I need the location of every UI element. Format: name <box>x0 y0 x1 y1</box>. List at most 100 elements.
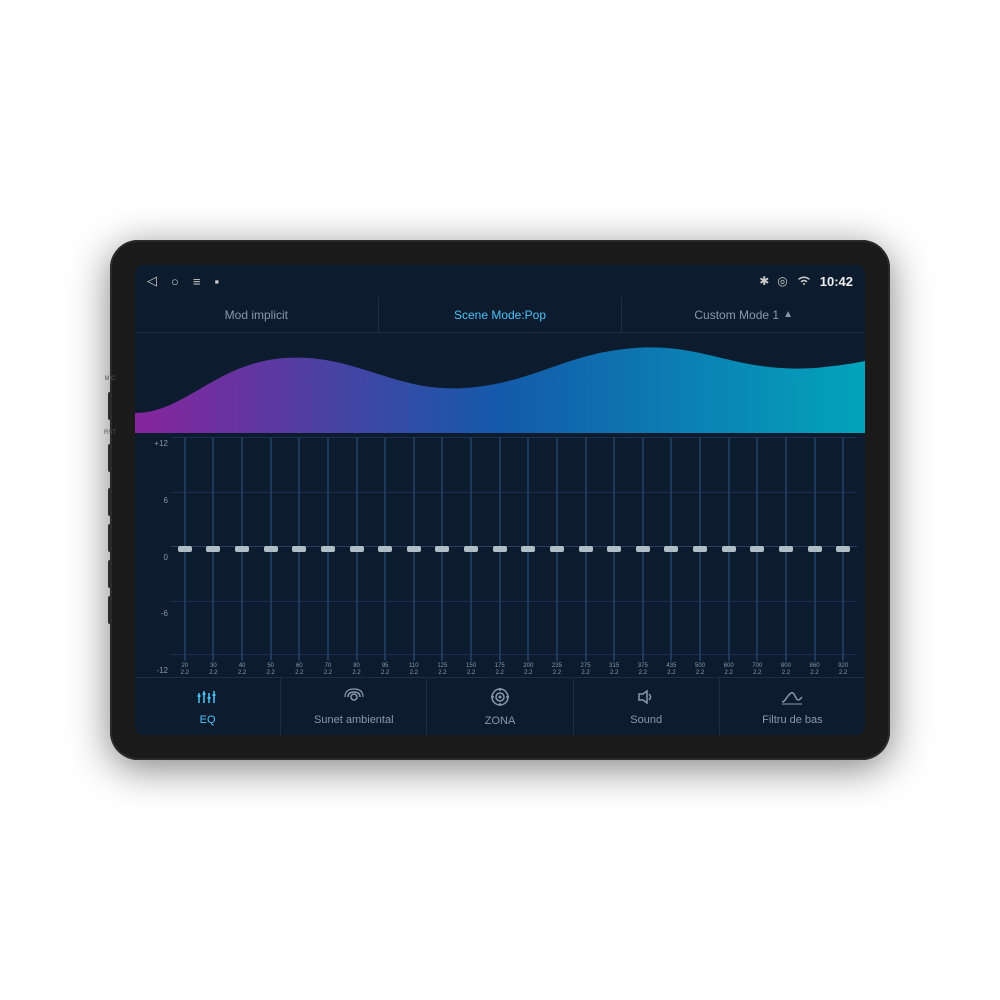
slider-thumb-235[interactable] <box>550 546 564 552</box>
slider-col-40[interactable]: 402.2 <box>228 437 256 677</box>
slider-thumb-125[interactable] <box>435 546 449 552</box>
slider-thumb-40[interactable] <box>235 546 249 552</box>
scale-label-12: +12 <box>143 439 171 448</box>
eq-icon <box>197 688 219 711</box>
slider-thumb-800[interactable] <box>779 546 793 552</box>
scale-label-0: 0 <box>143 553 171 562</box>
wifi-icon <box>796 274 812 289</box>
slider-thumb-700[interactable] <box>750 546 764 552</box>
eq-sliders-area: +12 6 0 -6 -12 202.2302.24 <box>135 433 865 677</box>
side-button-3[interactable] <box>108 488 112 516</box>
status-left: ◁ ○ ≡ ▪ <box>147 273 219 289</box>
slider-thumb-150[interactable] <box>464 546 478 552</box>
side-buttons: MIC RST <box>104 376 116 624</box>
side-button-4[interactable] <box>108 524 112 552</box>
slider-col-150[interactable]: 1502.2 <box>457 437 485 677</box>
nav-eq[interactable]: EQ <box>135 678 281 735</box>
slider-col-125[interactable]: 1252.2 <box>429 437 457 677</box>
menu-icon[interactable]: ≡ <box>193 274 201 289</box>
slider-col-315[interactable]: 3152.2 <box>600 437 628 677</box>
nav-filtru-de-bas[interactable]: Filtru de bas <box>720 678 865 735</box>
slider-col-800[interactable]: 8002.2 <box>772 437 800 677</box>
slider-col-60[interactable]: 602.2 <box>286 437 314 677</box>
slider-col-375[interactable]: 3752.2 <box>629 437 657 677</box>
bluetooth-icon: ✱ <box>759 274 769 288</box>
slider-col-920[interactable]: 9202.2 <box>829 437 857 677</box>
tab-mod-implicit[interactable]: Mod implicit <box>135 297 379 332</box>
nav-zona[interactable]: ZONA <box>427 678 573 735</box>
side-button[interactable] <box>108 392 112 420</box>
slider-thumb-275[interactable] <box>579 546 593 552</box>
nav-zona-label: ZONA <box>485 715 516 727</box>
slider-thumb-80[interactable] <box>350 546 364 552</box>
scale-label-6: 6 <box>143 496 171 505</box>
slider-col-175[interactable]: 1752.2 <box>486 437 514 677</box>
radio-icon <box>343 688 365 711</box>
slider-thumb-20[interactable] <box>178 546 192 552</box>
nav-sound[interactable]: Sound <box>574 678 720 735</box>
slider-thumb-315[interactable] <box>607 546 621 552</box>
slider-col-80[interactable]: 802.2 <box>343 437 371 677</box>
top-tabs: Mod implicit Scene Mode:Pop Custom Mode … <box>135 297 865 333</box>
slider-thumb-600[interactable] <box>722 546 736 552</box>
location-icon: ◎ <box>777 274 787 288</box>
slider-col-500[interactable]: 5002.2 <box>686 437 714 677</box>
slider-thumb-200[interactable] <box>521 546 535 552</box>
back-icon[interactable]: ◁ <box>147 273 157 289</box>
slider-thumb-500[interactable] <box>693 546 707 552</box>
status-bar: ◁ ○ ≡ ▪ ✱ ◎ 10:42 <box>135 265 865 297</box>
side-button-5[interactable] <box>108 560 112 588</box>
slider-col-30[interactable]: 302.2 <box>200 437 228 677</box>
slider-thumb-435[interactable] <box>664 546 678 552</box>
slider-col-20[interactable]: 202.2 <box>171 437 199 677</box>
slider-thumb-175[interactable] <box>493 546 507 552</box>
nav-eq-label: EQ <box>200 714 216 726</box>
screen-icon[interactable]: ▪ <box>214 274 219 289</box>
status-right: ✱ ◎ 10:42 <box>759 274 853 289</box>
slider-thumb-920[interactable] <box>836 546 850 552</box>
home-icon[interactable]: ○ <box>171 274 179 289</box>
nav-sunet-label: Sunet ambiental <box>314 714 394 726</box>
slider-thumb-30[interactable] <box>206 546 220 552</box>
slider-col-235[interactable]: 2352.2 <box>543 437 571 677</box>
nav-sound-label: Sound <box>630 714 662 726</box>
slider-col-95[interactable]: 952.2 <box>371 437 399 677</box>
side-button-2[interactable] <box>108 444 112 472</box>
slider-col-435[interactable]: 4352.2 <box>658 437 686 677</box>
slider-col-200[interactable]: 2002.2 <box>515 437 543 677</box>
slider-col-275[interactable]: 2752.2 <box>572 437 600 677</box>
slider-thumb-70[interactable] <box>321 546 335 552</box>
eq-visualization <box>135 333 865 433</box>
side-button-6[interactable] <box>108 596 112 624</box>
slider-thumb-110[interactable] <box>407 546 421 552</box>
slider-col-50[interactable]: 502.2 <box>257 437 285 677</box>
custom-mode-arrow: ▲ <box>783 309 793 320</box>
slider-col-110[interactable]: 1102.2 <box>400 437 428 677</box>
slider-col-860[interactable]: 8602.2 <box>801 437 829 677</box>
chart-icon <box>781 688 803 711</box>
bottom-nav: EQ Sunet ambiental <box>135 677 865 735</box>
tab-scene-mode[interactable]: Scene Mode:Pop <box>379 297 623 332</box>
slider-thumb-60[interactable] <box>292 546 306 552</box>
slider-thumb-375[interactable] <box>636 546 650 552</box>
scale-label-neg12: -12 <box>143 666 171 675</box>
time-display: 10:42 <box>820 274 853 289</box>
tab-custom-mode[interactable]: Custom Mode 1 ▲ <box>622 297 865 332</box>
slider-thumb-50[interactable] <box>264 546 278 552</box>
scale-labels: +12 6 0 -6 -12 <box>143 437 171 677</box>
device: MIC RST ◁ ○ ≡ ▪ ✱ ◎ 10:42 <box>110 240 890 760</box>
mic-label: MIC <box>105 376 116 382</box>
slider-thumb-860[interactable] <box>808 546 822 552</box>
nav-filtru-label: Filtru de bas <box>762 714 823 726</box>
slider-col-600[interactable]: 6002.2 <box>715 437 743 677</box>
nav-sunet-ambiental[interactable]: Sunet ambiental <box>281 678 427 735</box>
eq-viz-svg <box>135 333 865 433</box>
slider-thumb-95[interactable] <box>378 546 392 552</box>
slider-col-70[interactable]: 702.2 <box>314 437 342 677</box>
slider-col-700[interactable]: 7002.2 <box>744 437 772 677</box>
scale-label-neg6: -6 <box>143 609 171 618</box>
rst-label: RST <box>104 430 116 436</box>
target-icon <box>490 687 510 712</box>
volume-icon <box>635 688 657 711</box>
screen: ◁ ○ ≡ ▪ ✱ ◎ 10:42 Mod implicit Scene Mod… <box>135 265 865 735</box>
